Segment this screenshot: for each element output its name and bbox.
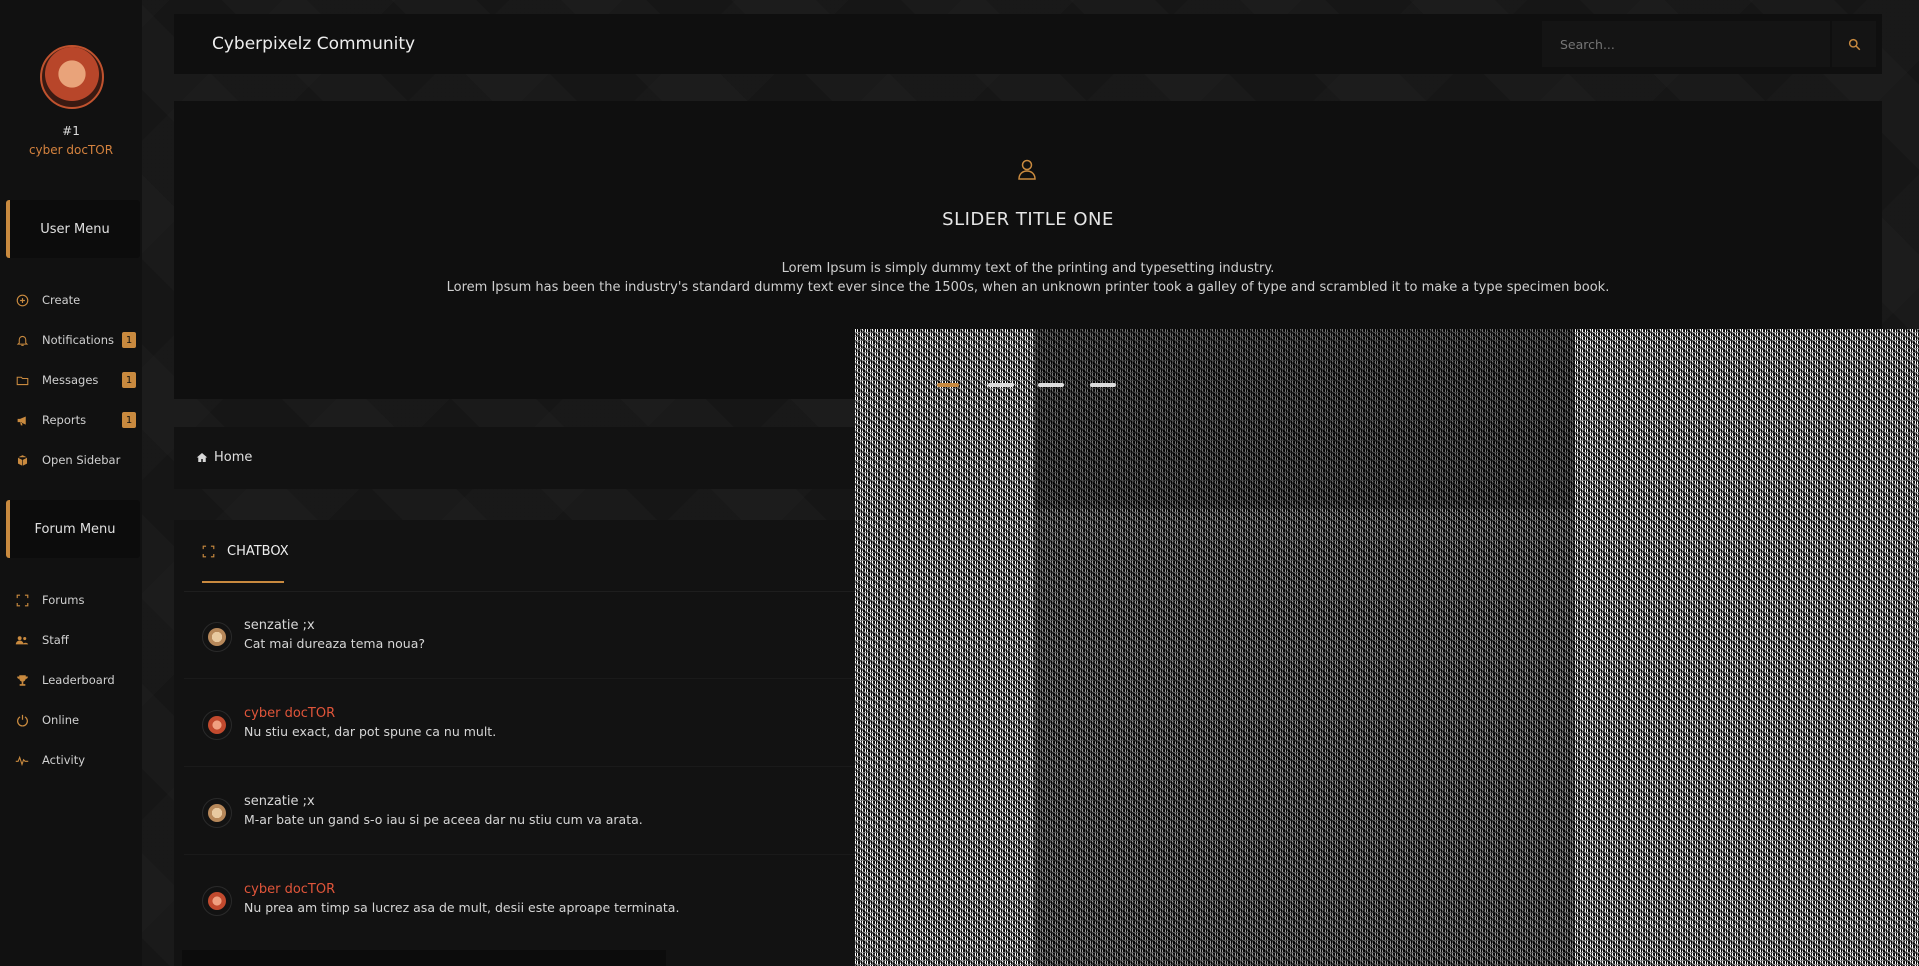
sidebar-item-activity[interactable]: Activity: [0, 745, 142, 775]
slider-dot[interactable]: [1090, 383, 1116, 387]
user-rank: #1: [62, 124, 80, 138]
sidebar-item-label: Messages: [42, 373, 99, 387]
sidebar-item-leaderboard[interactable]: Leaderboard: [0, 665, 142, 695]
chatbox-title: CHATBOX: [227, 544, 289, 559]
avatar[interactable]: [202, 710, 232, 740]
user-menu-header[interactable]: User Menu: [6, 200, 140, 258]
slider-dot[interactable]: [1038, 383, 1064, 387]
reports-badge: 1: [122, 412, 136, 428]
folder-icon: [14, 372, 30, 388]
active-tab-indicator: [202, 581, 284, 583]
sidebar-item-label: Staff: [42, 633, 69, 647]
sidebar-item-label: Online: [42, 713, 80, 727]
users-icon: [14, 632, 30, 648]
sidebar-item-label: Notifications: [42, 333, 114, 347]
slider-dot-active[interactable]: [937, 383, 959, 387]
expand-icon: [202, 545, 215, 558]
sidebar-item-notifications[interactable]: Notifications 1: [0, 325, 142, 355]
sidebar-item-label: Open Sidebar: [42, 453, 121, 467]
forum-menu-header[interactable]: Forum Menu: [6, 500, 140, 558]
avatar[interactable]: [202, 798, 232, 828]
glitch-overlay: [855, 329, 1919, 966]
sidebar-item-create[interactable]: Create: [0, 285, 142, 315]
breadcrumb-home[interactable]: Home: [196, 450, 252, 465]
chat-text: Nu prea am timp sa lucrez asa de mult, d…: [244, 900, 680, 915]
plus-circle-icon: [14, 292, 30, 308]
expand-icon: [14, 592, 30, 608]
top-bar: Cyberpixelz Community: [174, 14, 1882, 74]
slider-text: Lorem Ipsum is simply dummy text of the …: [174, 259, 1882, 297]
tab-chatbox[interactable]: CHATBOX: [202, 544, 289, 559]
slider-text-line: Lorem Ipsum has been the industry's stan…: [446, 280, 1610, 295]
sidebar-item-label: Leaderboard: [42, 673, 115, 687]
search-input[interactable]: [1558, 35, 1802, 53]
power-icon: [14, 712, 30, 728]
sidebar-item-open-sidebar[interactable]: Open Sidebar: [0, 445, 142, 475]
chat-username[interactable]: senzatie ;x: [244, 618, 315, 633]
chat-username[interactable]: senzatie ;x: [244, 794, 315, 809]
search-box: [1542, 21, 1830, 67]
sidebar-item-messages[interactable]: Messages 1: [0, 365, 142, 395]
messages-badge: 1: [122, 372, 136, 388]
glitch-block: [1035, 509, 1575, 966]
slider-title: SLIDER TITLE ONE: [942, 209, 1114, 230]
sidebar-item-label: Activity: [42, 753, 86, 767]
sidebar-item-label: Reports: [42, 413, 87, 427]
notification-badge: 1: [122, 332, 136, 348]
sidebar-item-forums[interactable]: Forums: [0, 585, 142, 615]
sidebar-item-reports[interactable]: Reports 1: [0, 405, 142, 435]
sidebar-item-label: Forums: [42, 593, 85, 607]
user-name[interactable]: cyber docTOR: [0, 143, 142, 157]
breadcrumb-label: Home: [214, 450, 253, 465]
search-button[interactable]: [1832, 21, 1876, 67]
site-title[interactable]: Cyberpixelz Community: [212, 34, 415, 54]
avatar[interactable]: [40, 45, 104, 109]
megaphone-icon: [14, 412, 30, 428]
home-icon: [196, 453, 208, 462]
search-icon: [1848, 38, 1860, 50]
chat-text: M-ar bate un gand s-o iau si pe aceea da…: [244, 812, 643, 827]
pulse-icon: [14, 752, 30, 768]
trophy-icon: [14, 672, 30, 688]
sidebar-item-online[interactable]: Online: [0, 705, 142, 735]
bell-icon: [14, 332, 30, 348]
chat-text: Cat mai dureaza tema noua?: [244, 636, 425, 651]
avatar[interactable]: [202, 622, 232, 652]
sidebar-item-staff[interactable]: Staff: [0, 625, 142, 655]
chat-text: Nu stiu exact, dar pot spune ca nu mult.: [244, 724, 497, 739]
left-sidebar: #1 cyber docTOR User Menu Create Notific…: [0, 0, 142, 966]
chat-username[interactable]: cyber docTOR: [244, 882, 335, 897]
cube-icon: [14, 452, 30, 468]
glitch-block: [1035, 329, 1575, 509]
sidebar-item-label: Create: [42, 293, 81, 307]
avatar[interactable]: [202, 886, 232, 916]
slider-dot[interactable]: [988, 383, 1014, 387]
chat-input-bar[interactable]: [182, 950, 666, 966]
slider-text-line: Lorem Ipsum is simply dummy text of the …: [781, 261, 1275, 276]
chat-username[interactable]: cyber docTOR: [244, 706, 335, 721]
user-icon: [1018, 159, 1036, 180]
